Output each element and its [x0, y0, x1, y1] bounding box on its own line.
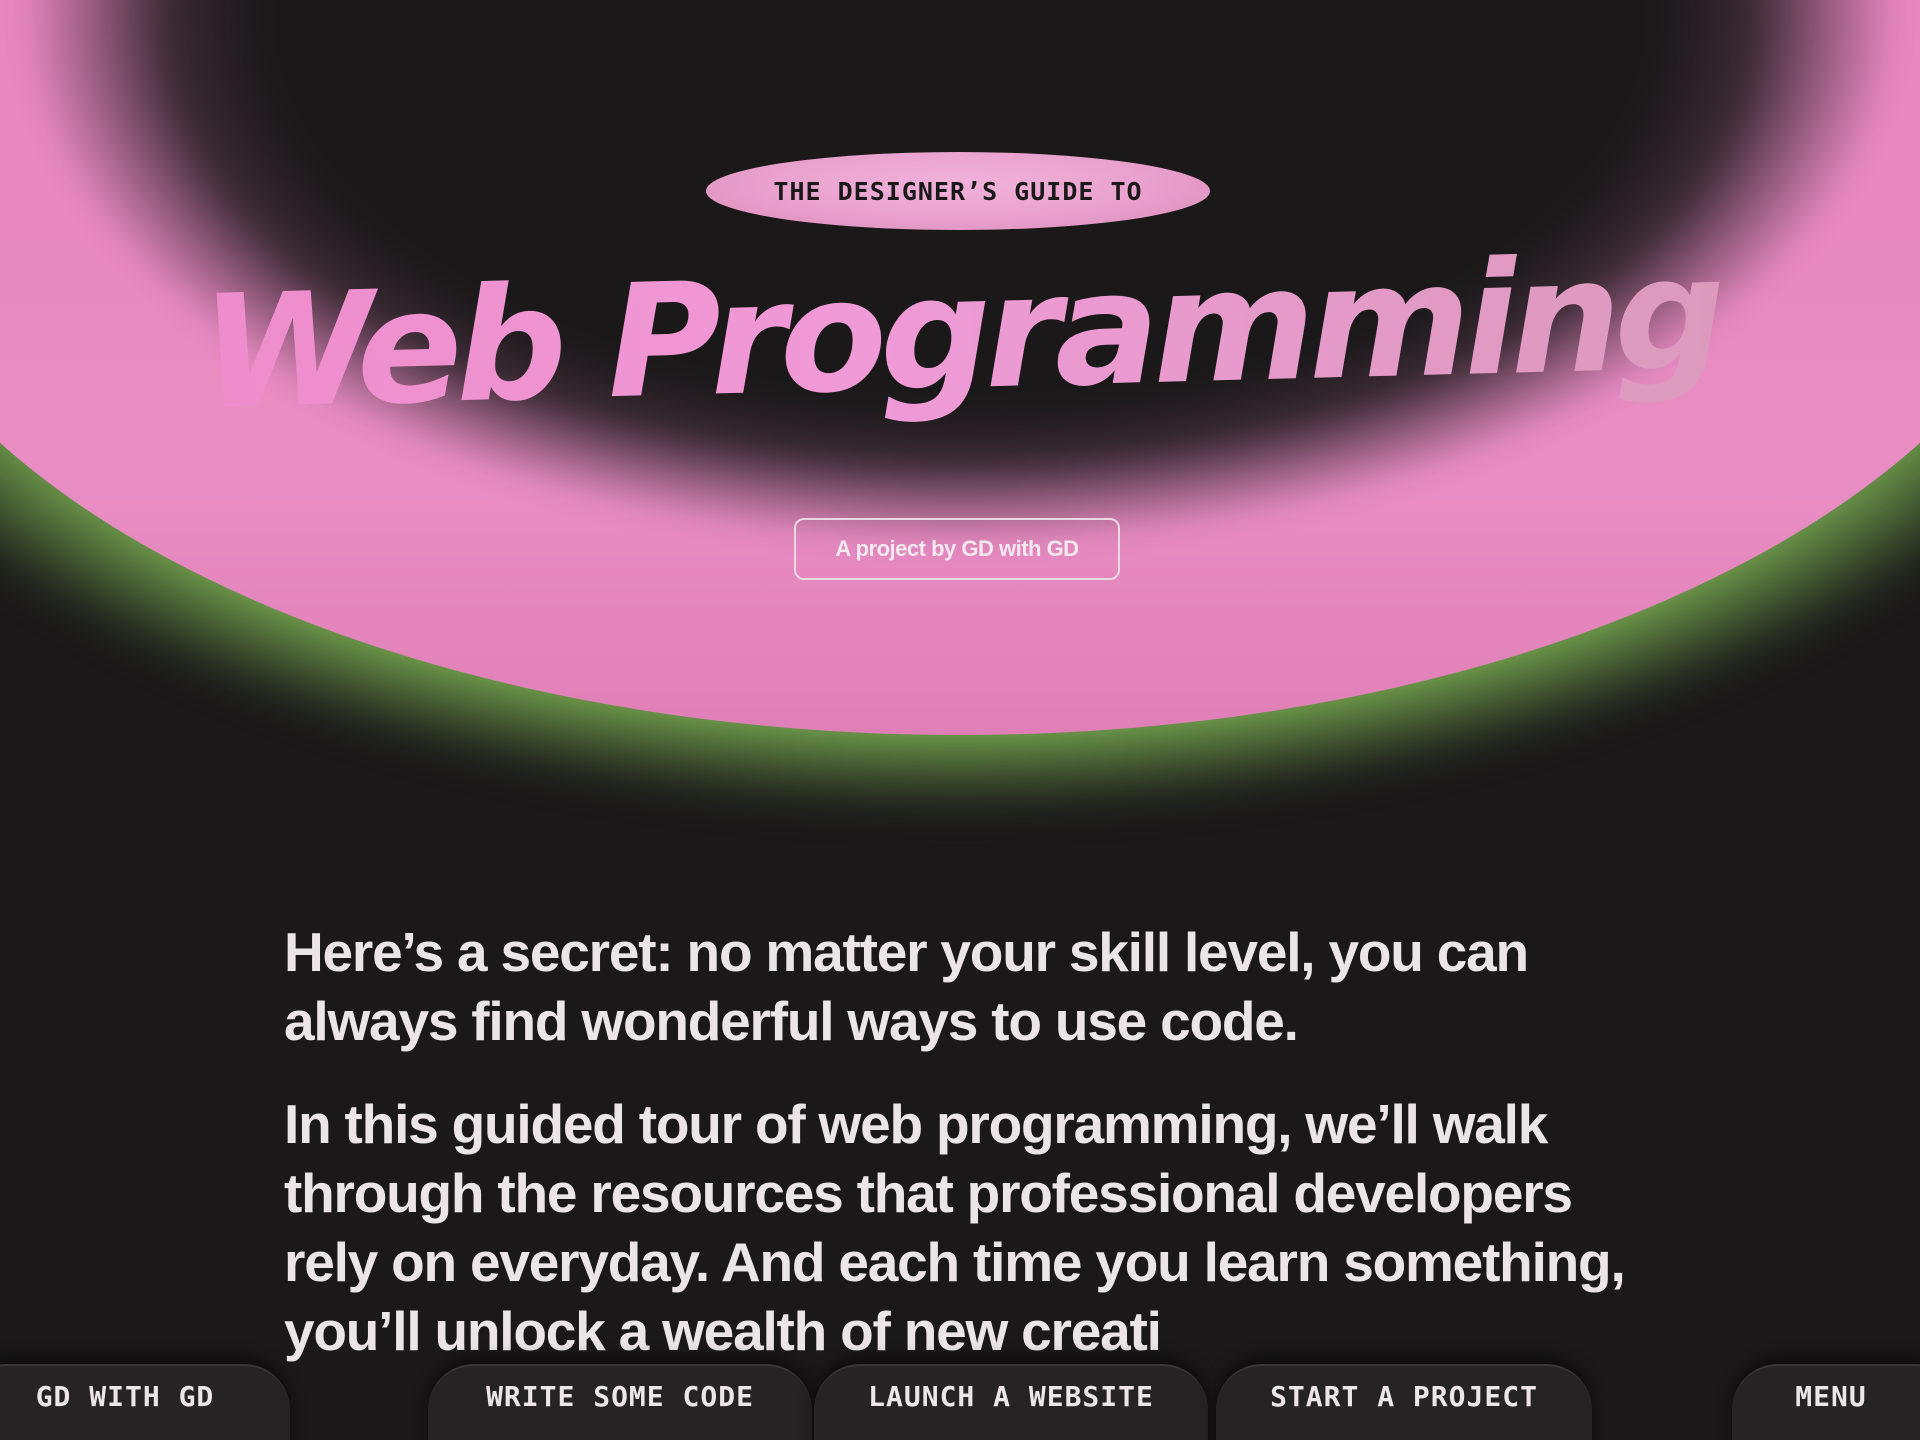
- intro-paragraph-1: Here’s a secret: no matter your skill le…: [284, 921, 1529, 1052]
- intro-paragraph-2: In this guided tour of web programming, …: [284, 1093, 1626, 1362]
- nav-tab-launch-website[interactable]: LAUNCH A WEBSITE: [814, 1364, 1208, 1440]
- eyebrow-pill: THE DESIGNER’S GUIDE TO: [706, 152, 1210, 230]
- menu-button[interactable]: MENU: [1732, 1364, 1920, 1440]
- nav-tab-start-project[interactable]: START A PROJECT: [1216, 1364, 1592, 1440]
- intro-copy: Here’s a secret: no matter your skill le…: [284, 918, 1664, 1366]
- credit-button[interactable]: A project by GD with GD: [794, 518, 1120, 580]
- nav-tab-home[interactable]: GD WITH GD: [0, 1364, 290, 1440]
- hero-section: THE DESIGNER’S GUIDE TO Web Programming …: [0, 0, 1920, 920]
- nav-tab-write-code[interactable]: WRITE SOME CODE: [428, 1364, 812, 1440]
